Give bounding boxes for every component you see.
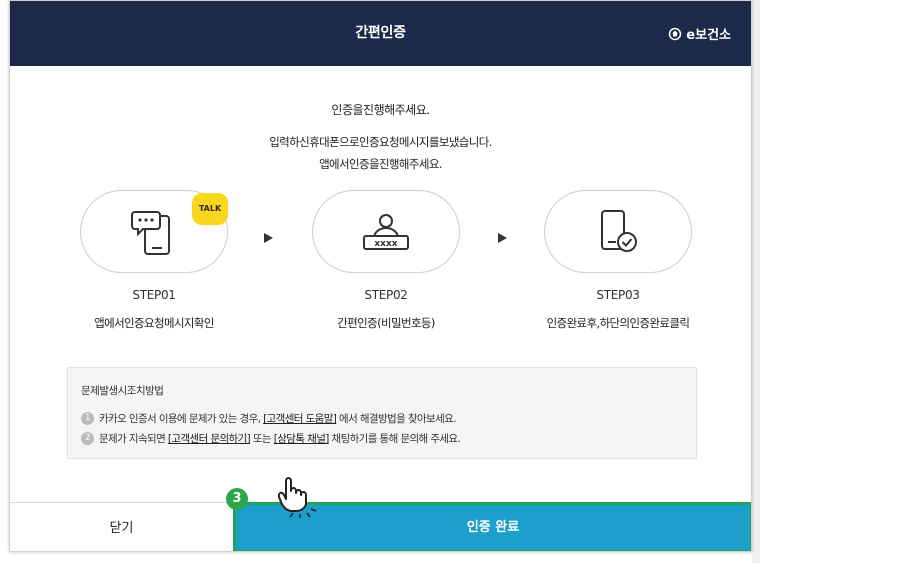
page: 간편인증 e보건소 인증을진행해주세요. 입력하신휴대폰으로인증요청메시지를보냈… xyxy=(0,0,907,563)
arrow-right-icon xyxy=(264,233,273,243)
close-button[interactable]: 닫기 xyxy=(10,502,233,551)
step-1-label: STEP01 xyxy=(132,288,176,302)
step-3-description: 인증완료후,하단의인증완료클릭 xyxy=(546,316,690,330)
pointing-hand-icon xyxy=(278,477,317,518)
help-center-guide-link[interactable]: [고객센터 도움말] xyxy=(263,413,337,425)
number-badge: 2 xyxy=(81,432,94,445)
step-2-description: 간편인증(비밀번호등) xyxy=(337,316,435,330)
help-text: 카카오 인증서 이용에 문제가 있는 경우, xyxy=(99,413,264,425)
instruction-sub-2: 앱에서인증을진행해주세요. xyxy=(319,157,442,171)
arrow-right-icon xyxy=(498,233,507,243)
chat-channel-link[interactable]: [상담톡 채널] xyxy=(274,433,330,445)
troubleshooting-title: 문제발생시조치방법 xyxy=(81,385,164,397)
step-1-description: 앱에서인증요청메시지확인 xyxy=(94,316,214,330)
step-number-marker: 3 xyxy=(226,488,248,510)
step-2-icon-box: xxxx xyxy=(312,190,460,273)
help-item-1: 1 카카오 인증서 이용에 문제가 있는 경우, [고객센터 도움말] 에서 해… xyxy=(81,411,457,426)
modal-title: 간편인증 xyxy=(355,25,406,41)
simple-auth-modal: 간편인증 e보건소 인증을진행해주세요. 입력하신휴대폰으로인증요청메시지를보냈… xyxy=(9,0,752,552)
instruction-main: 인증을진행해주세요. xyxy=(331,103,430,117)
step-3-label: STEP03 xyxy=(596,288,640,302)
phone-chat-icon xyxy=(131,210,170,255)
help-item-2: 2 문제가 지속되면 [고객센터 문의하기] 또는 [상담톡 채널] 채팅하기를… xyxy=(81,431,461,446)
troubleshooting-box: 문제발생시조치방법 1 카카오 인증서 이용에 문제가 있는 경우, [고객센터… xyxy=(67,367,697,459)
help-text: 에서 해결방법을 찾아보세요. xyxy=(336,413,457,425)
step-3-icon-box xyxy=(544,190,692,273)
help-text: 또는 xyxy=(250,433,274,445)
instruction-sub-1: 입력하신휴대폰으로인증요청메시지를보냈습니다. xyxy=(269,135,492,149)
kakao-talk-icon: TALK xyxy=(192,193,228,225)
brand-logo: e보건소 xyxy=(668,1,731,66)
brand-house-icon xyxy=(669,27,682,40)
user-password-icon: xxxx xyxy=(363,213,409,250)
number-badge: 1 xyxy=(81,412,94,425)
svg-text:xxxx: xxxx xyxy=(374,239,397,249)
help-text: 문제가 지속되면 xyxy=(99,433,168,445)
brand-name: e보건소 xyxy=(686,28,731,43)
modal-header: 간편인증 e보건소 xyxy=(10,1,751,66)
help-center-inquiry-link[interactable]: [고객센터 문의하기] xyxy=(168,433,251,445)
background-page xyxy=(752,0,760,563)
phone-check-icon xyxy=(601,209,637,252)
help-text: 채팅하기를 통해 문의해 주세요. xyxy=(328,433,461,445)
step-2-label: STEP02 xyxy=(364,288,408,302)
